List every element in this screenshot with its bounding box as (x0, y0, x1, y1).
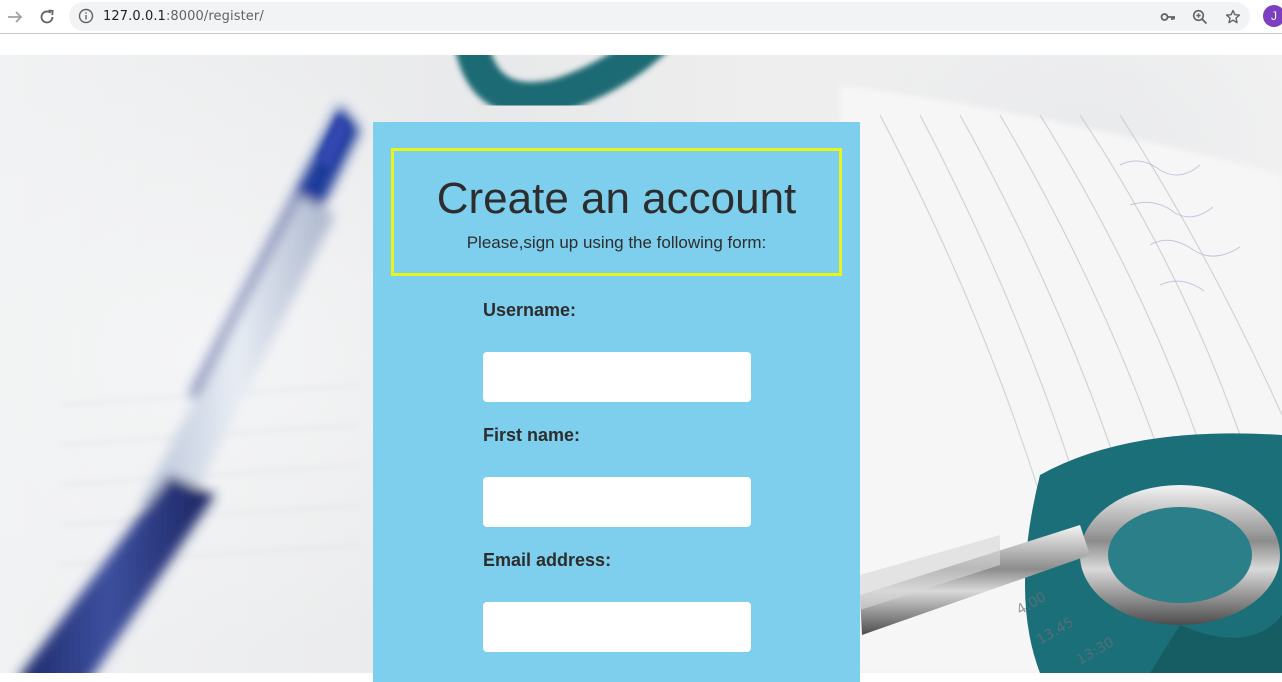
arrow-right-icon (8, 11, 23, 23)
url-text[interactable]: 127.0.0.1:8000/register/ (103, 9, 264, 24)
zoom-icon[interactable] (1191, 8, 1209, 26)
form-subtitle: Please,sign up using the following form: (466, 233, 767, 252)
register-form-card: Create an account Please,sign up using t… (373, 122, 860, 682)
key-icon[interactable] (1159, 8, 1177, 26)
info-icon[interactable] (78, 8, 94, 24)
forward-button[interactable] (3, 5, 27, 29)
profile-avatar[interactable]: J (1263, 5, 1282, 27)
form-header: Create an account Please,sign up using t… (391, 148, 842, 276)
address-bar[interactable]: 127.0.0.1:8000/register/ (69, 2, 1250, 31)
bookmark-star-icon[interactable] (1224, 8, 1242, 26)
email-label: Email address: (483, 550, 612, 570)
username-input[interactable] (483, 352, 751, 402)
browser-toolbar: 127.0.0.1:8000/register/ J (0, 0, 1282, 34)
first-name-input[interactable] (483, 477, 751, 527)
first-name-label: First name: (483, 425, 581, 445)
form-title: Create an account (436, 174, 797, 223)
url-host: 127.0.0.1 (103, 9, 166, 24)
reload-button[interactable] (35, 5, 59, 29)
username-label: Username: (483, 300, 577, 320)
reload-icon (40, 9, 54, 24)
page-top-spacing (0, 35, 1282, 55)
url-path: :8000/register/ (165, 9, 264, 24)
email-input[interactable] (483, 602, 751, 652)
